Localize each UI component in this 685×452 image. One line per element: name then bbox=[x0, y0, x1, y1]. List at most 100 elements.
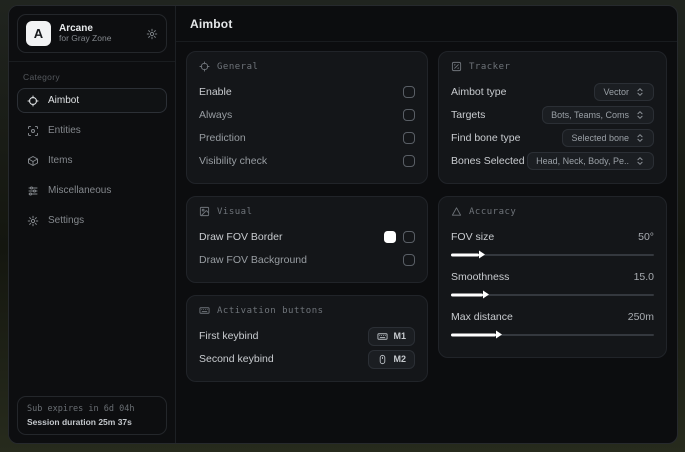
setting-row-targets: Targets Bots, Teams, Coms bbox=[451, 104, 654, 126]
slider-value: 15.0 bbox=[633, 271, 654, 283]
setting-label: FOV size bbox=[451, 231, 495, 243]
general-card: General Enable Always Prediction Visibil… bbox=[186, 51, 428, 184]
session-duration-text: Session duration 25m 37s bbox=[27, 417, 132, 427]
setting-row-bones-selected: Bones Selected Head, Neck, Body, Pe.. bbox=[451, 150, 654, 172]
sidebar-item-label: Entities bbox=[48, 125, 81, 136]
setting-label: Enable bbox=[199, 86, 232, 98]
chevrons-up-down-icon bbox=[637, 157, 643, 165]
aimbot-type-select[interactable]: Vector bbox=[594, 83, 654, 101]
setting-row-find-bone-type: Find bone type Selected bone bbox=[451, 127, 654, 149]
draw-fov-border-checkbox[interactable] bbox=[403, 231, 415, 243]
setting-label: Bones Selected bbox=[451, 155, 525, 167]
tracker-card: Tracker Aimbot type Vector Targets Bots,… bbox=[438, 51, 667, 184]
setting-label: Second keybind bbox=[199, 353, 274, 365]
crosshair-icon bbox=[199, 61, 210, 72]
sidebar-item-label: Miscellaneous bbox=[48, 185, 112, 196]
route-icon bbox=[451, 61, 462, 72]
sidebar-item-miscellaneous[interactable]: Miscellaneous bbox=[17, 178, 167, 203]
draw-fov-background-checkbox[interactable] bbox=[403, 254, 415, 266]
keyboard-icon bbox=[377, 332, 389, 340]
visibility-check-checkbox[interactable] bbox=[403, 155, 415, 167]
sidebar-item-label: Items bbox=[48, 155, 73, 166]
setting-row-draw-fov-border: Draw FOV Border bbox=[199, 226, 415, 248]
slider-fill[interactable] bbox=[451, 293, 484, 296]
setting-label: Always bbox=[199, 109, 233, 121]
select-value: Vector bbox=[603, 87, 629, 97]
section-title: Tracker bbox=[469, 61, 511, 72]
setting-row-max-distance: Max distance 250m bbox=[451, 306, 654, 328]
app-window: A Arcane for Gray Zone Category Aimbot E… bbox=[8, 5, 678, 444]
package-icon bbox=[28, 155, 38, 166]
setting-label: Draw FOV Background bbox=[199, 254, 307, 266]
targets-select[interactable]: Bots, Teams, Coms bbox=[542, 106, 654, 124]
main-panel: Aimbot General Enable Always Prediction … bbox=[176, 6, 677, 443]
setting-label: Find bone type bbox=[451, 132, 521, 144]
sub-expires-text: Sub expires in 6d 04h bbox=[27, 404, 135, 414]
setting-label: Aimbot type bbox=[451, 86, 507, 98]
fov-size-slider[interactable] bbox=[451, 250, 654, 259]
setting-row-second-keybind: Second keybind M2 bbox=[199, 348, 415, 370]
keybind-value: M2 bbox=[393, 354, 406, 364]
slider-value: 50° bbox=[638, 231, 654, 243]
page-title: Aimbot bbox=[190, 17, 233, 31]
sidebar-item-settings[interactable]: Settings bbox=[17, 208, 167, 233]
enable-checkbox[interactable] bbox=[403, 86, 415, 98]
slider-fill[interactable] bbox=[451, 333, 496, 336]
setting-row-smoothness: Smoothness 15.0 bbox=[451, 266, 654, 288]
chevrons-up-down-icon bbox=[637, 134, 643, 142]
first-keybind-button[interactable]: M1 bbox=[368, 326, 415, 346]
setting-row-draw-fov-background: Draw FOV Background bbox=[199, 249, 415, 271]
always-checkbox[interactable] bbox=[403, 109, 415, 121]
select-value: Bots, Teams, Coms bbox=[551, 110, 629, 120]
activation-buttons-card: Activation buttons First keybind M1 Seco… bbox=[186, 295, 428, 382]
scan-icon bbox=[28, 125, 38, 136]
smoothness-slider[interactable] bbox=[451, 290, 654, 299]
brand-logo: A bbox=[26, 21, 51, 46]
sidebar-item-label: Aimbot bbox=[48, 95, 80, 106]
sidebar-nav: Aimbot Entities Items Miscellaneous Sett… bbox=[9, 88, 175, 233]
mouse-icon bbox=[380, 354, 386, 364]
second-keybind-button[interactable]: M2 bbox=[368, 349, 415, 369]
find-bone-type-select[interactable]: Selected bone bbox=[562, 129, 654, 147]
select-value: Selected bone bbox=[571, 133, 629, 143]
chevrons-up-down-icon bbox=[637, 88, 643, 96]
sidebar-item-items[interactable]: Items bbox=[17, 148, 167, 173]
chevrons-up-down-icon bbox=[637, 111, 643, 119]
crosshair-icon bbox=[27, 95, 39, 106]
brand-card: A Arcane for Gray Zone bbox=[17, 14, 167, 53]
sidebar-divider bbox=[9, 61, 175, 62]
setting-label: Max distance bbox=[451, 311, 513, 323]
accuracy-card: Accuracy FOV size 50° Smoothness 15.0 Ma… bbox=[438, 196, 667, 358]
setting-label: Smoothness bbox=[451, 271, 510, 283]
sidebar-item-label: Settings bbox=[48, 215, 85, 226]
setting-label: Draw FOV Border bbox=[199, 231, 283, 243]
image-icon bbox=[199, 206, 210, 217]
setting-row-aimbot-type: Aimbot type Vector bbox=[451, 81, 654, 103]
bones-selected-select[interactable]: Head, Neck, Body, Pe.. bbox=[527, 152, 654, 170]
setting-row-fov-size: FOV size 50° bbox=[451, 226, 654, 248]
brand-subtitle: for Gray Zone bbox=[59, 33, 112, 44]
slider-value: 250m bbox=[627, 311, 654, 323]
setting-row-enable: Enable bbox=[199, 81, 415, 103]
max-distance-slider[interactable] bbox=[451, 330, 654, 339]
subscription-info-card: Sub expires in 6d 04h Session duration 2… bbox=[17, 396, 167, 435]
slider-fill[interactable] bbox=[451, 253, 480, 256]
setting-label: Prediction bbox=[199, 132, 246, 144]
keybind-value: M1 bbox=[393, 331, 406, 341]
gear-icon[interactable] bbox=[146, 28, 158, 40]
sliders-icon bbox=[28, 186, 38, 195]
main-header: Aimbot bbox=[176, 6, 677, 42]
setting-row-visibility-check: Visibility check bbox=[199, 150, 415, 172]
section-title: Visual bbox=[217, 206, 253, 217]
sidebar: A Arcane for Gray Zone Category Aimbot E… bbox=[9, 6, 176, 443]
keyboard-icon bbox=[199, 307, 210, 314]
setting-label: First keybind bbox=[199, 330, 259, 342]
category-label: Category bbox=[23, 72, 60, 82]
setting-row-always: Always bbox=[199, 104, 415, 126]
setting-label: Visibility check bbox=[199, 155, 268, 167]
sidebar-item-entities[interactable]: Entities bbox=[17, 118, 167, 143]
prediction-checkbox[interactable] bbox=[403, 132, 415, 144]
sidebar-item-aimbot[interactable]: Aimbot bbox=[17, 88, 167, 113]
fov-border-color-swatch[interactable] bbox=[384, 231, 396, 243]
section-title: Accuracy bbox=[469, 206, 517, 217]
